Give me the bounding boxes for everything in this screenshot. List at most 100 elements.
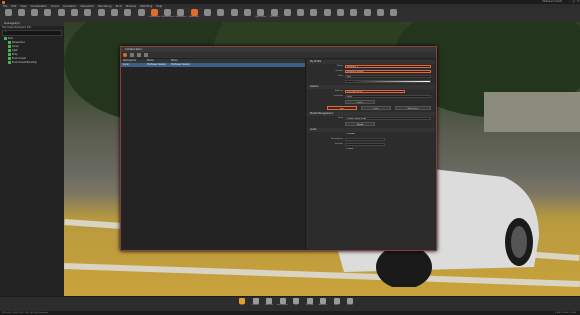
toolbar-button[interactable] (95, 9, 107, 21)
bottom-tool-label: Points (347, 304, 353, 306)
bottom-tool-button[interactable]: Lens (290, 298, 302, 306)
toolbar-button[interactable] (42, 9, 54, 21)
invite-button[interactable]: Invite (345, 100, 375, 104)
tool-icon (257, 9, 265, 16)
tool-icon (376, 9, 384, 16)
start-server-button[interactable]: Start Server (395, 106, 431, 110)
leave-button[interactable]: Leave (361, 106, 391, 110)
bottom-tool-label: Environment (277, 304, 288, 306)
bottom-tool-button[interactable]: Environment (277, 298, 289, 306)
bottom-tool-button[interactable]: Clip Plane (304, 298, 316, 306)
tree-item-label: Environment (12, 57, 26, 60)
node-icon (8, 61, 11, 64)
name-field[interactable]: Multiuser_1 (345, 64, 431, 69)
tool-icon (110, 9, 118, 16)
toolbar-button[interactable]: Clip Planes (268, 9, 280, 21)
tool-icon (84, 9, 92, 16)
invitation-select[interactable]: Send (345, 94, 431, 99)
toolbar-button[interactable] (82, 9, 94, 21)
bottom-tool-label: Clip Plane (305, 304, 314, 306)
bottom-tool-button[interactable]: Light (236, 298, 248, 306)
toolbar-button[interactable] (135, 9, 147, 21)
bottom-tool-button[interactable]: Ambience (317, 298, 329, 306)
collaboration-dialog: Collaboration Participants Model Name Lo… (120, 46, 437, 251)
tool-icon (297, 9, 305, 16)
toolbar-button[interactable] (374, 9, 386, 21)
tool-icon (124, 9, 132, 16)
toolbar-button[interactable] (388, 9, 400, 21)
tree-item-label: Perspective (12, 41, 25, 44)
link-icon[interactable] (137, 53, 141, 57)
tool-icon (190, 9, 198, 16)
delete-icon[interactable] (144, 53, 148, 57)
tree-item[interactable]: Environment Backdrop (0, 61, 64, 65)
tree-item-label: Group (12, 45, 19, 48)
tool-icon (310, 9, 318, 16)
enable-checkbox[interactable]: ☐ Enable (345, 133, 431, 137)
tool-icon (150, 9, 158, 16)
properties-panel: My Profile Name Multiuser_1 Session Multiu… (307, 59, 435, 249)
color-select[interactable]: Red (345, 74, 431, 79)
join-button[interactable]: Join (327, 106, 357, 110)
toolbar-button[interactable] (69, 9, 81, 21)
toolbar-button[interactable] (122, 9, 134, 21)
tool-icon (137, 9, 145, 16)
toolbar-button[interactable] (348, 9, 360, 21)
toolbar-label: Bookmarks (189, 16, 200, 18)
color-gradient-bar[interactable] (345, 79, 431, 84)
tool-icon (323, 9, 331, 16)
tool-icon (97, 9, 105, 16)
microphone-select[interactable] (345, 137, 385, 142)
toolbar-button[interactable]: Annotations (175, 9, 187, 21)
status-bar: VFS 0.00 - 0.00 | 100 / 100 - 80 | No Se… (0, 311, 580, 315)
scenegraph-search-input[interactable]: ⌕ (2, 30, 62, 36)
toolbar-button[interactable] (241, 9, 253, 21)
upload-button[interactable]: Upload (345, 122, 375, 126)
tool-icon (17, 9, 25, 16)
tool-icon (283, 9, 291, 16)
tool-icon (44, 9, 52, 16)
toolbar-button[interactable] (228, 9, 240, 21)
toolbar-button[interactable] (29, 9, 41, 21)
toolbar-label: Annotations (175, 16, 187, 18)
bottom-tool-button[interactable]: Points (344, 298, 356, 306)
bottom-tool-label: Lens (294, 304, 298, 306)
toolbar-button[interactable] (308, 9, 320, 21)
toolbar-button[interactable]: Bookmarks (188, 9, 200, 21)
tool-icon (230, 9, 238, 16)
toolbar-button[interactable] (15, 9, 27, 21)
main-toolbar: Collaboration Measurement Annotations Bookm… (0, 8, 580, 23)
add-icon[interactable] (130, 53, 134, 57)
session-field[interactable]: Multiuser Session (345, 69, 431, 74)
toolbar-button[interactable]: Measurement (162, 9, 174, 21)
toolbar-button[interactable] (108, 9, 120, 21)
bottom-tool-button[interactable]: Graphics (250, 298, 262, 306)
toolbar-button[interactable] (295, 9, 307, 21)
speaker-select[interactable] (345, 142, 385, 147)
toolbar-button[interactable] (335, 9, 347, 21)
toolbar-button[interactable] (321, 9, 333, 21)
address-field[interactable]: 192.168.100.20 (345, 89, 405, 94)
cell: Multiuser Session (147, 63, 167, 66)
record-icon[interactable] (123, 53, 127, 57)
toolbar-button[interactable] (281, 9, 293, 21)
toolbar-button[interactable] (2, 9, 14, 21)
toolbar-button[interactable] (202, 9, 214, 21)
tool-icon (350, 9, 358, 16)
bottom-tool-button[interactable]: Sound (331, 298, 343, 306)
table-row[interactable]: Local Multiuser Session Multiuser Sessio… (121, 63, 305, 67)
bottom-tool-button[interactable]: Materials (263, 298, 275, 306)
toolbar-button[interactable] (361, 9, 373, 21)
tree-item-label: Light (12, 49, 18, 52)
tree-item-label: Root (8, 37, 13, 40)
send-select[interactable]: Current Scene to All (345, 116, 431, 121)
scenegraph-menu[interactable]: File Create Multiselect Edit (0, 26, 64, 29)
toolbar-button[interactable]: Collaboration (148, 9, 160, 21)
toolbar-label: Clip Planes (269, 16, 279, 18)
tool-icon (164, 9, 172, 16)
toolbar-button[interactable] (55, 9, 67, 21)
toolbar-button[interactable]: Lights Editor (255, 9, 267, 21)
mute-checkbox[interactable]: ☐ Mute (345, 148, 431, 152)
toolbar-button[interactable] (215, 9, 227, 21)
tool-icon (71, 9, 78, 16)
